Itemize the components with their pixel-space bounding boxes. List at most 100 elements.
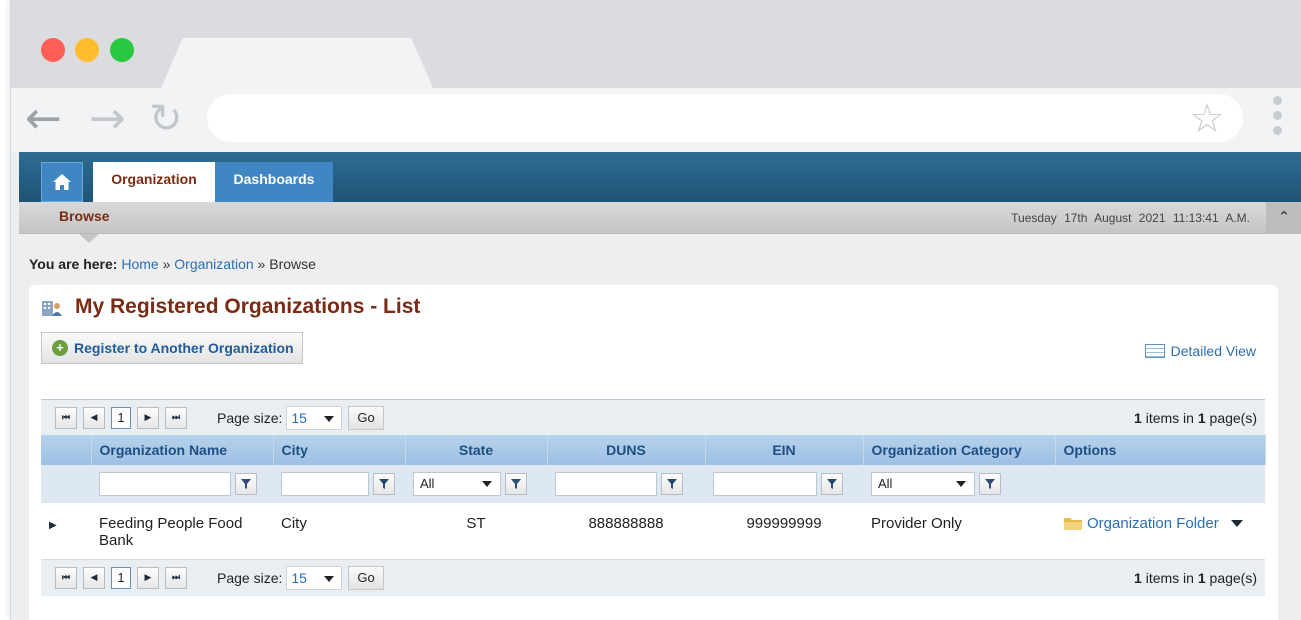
page-viewport: Organization Dashboards Browse Tuesday 1… [19, 152, 1301, 620]
page-title: My Registered Organizations - List [41, 295, 420, 319]
browser-tab[interactable] [161, 38, 433, 88]
page-number-button[interactable]: 1 [111, 566, 131, 589]
detailed-view-link[interactable]: Detailed View [1144, 343, 1256, 359]
forward-arrow-icon[interactable]: → [89, 96, 126, 142]
cell-city: City [273, 503, 405, 560]
top-navigation: Organization Dashboards [19, 152, 1301, 202]
active-indicator [79, 234, 99, 243]
home-tab[interactable] [41, 162, 83, 202]
page-title-text: My Registered Organizations - List [75, 295, 421, 318]
collapse-chevron-icon[interactable]: ⌃ [1266, 202, 1301, 234]
next-page-icon[interactable]: ▶ [137, 406, 159, 429]
organizations-table: Organization Name City State DUNS EIN Or… [41, 435, 1266, 560]
organization-icon [42, 301, 62, 316]
column-header-state[interactable]: State [405, 435, 548, 465]
folder-icon [1064, 518, 1082, 530]
register-organization-button[interactable]: + Register to Another Organization [41, 332, 303, 364]
next-page-icon[interactable]: ▶ [137, 566, 159, 589]
browser-tab-bar [11, 0, 1301, 88]
address-bar[interactable]: ☆ [207, 94, 1243, 142]
filter-icon[interactable] [235, 473, 257, 495]
options-dropdown-icon[interactable] [1230, 520, 1243, 527]
grid-pager-bottom: ⏮ ◀ 1 ▶ ⏭ Page size: 15 Go 1 items in 1 … [41, 559, 1265, 596]
items-count: 1 [1134, 569, 1142, 586]
minimize-window-button[interactable] [75, 38, 99, 62]
first-page-icon[interactable]: ⏮ [55, 566, 77, 589]
go-button[interactable]: Go [348, 565, 384, 590]
breadcrumb-separator: » [162, 256, 171, 272]
tab-organization[interactable]: Organization [93, 162, 215, 202]
page-number-button[interactable]: 1 [111, 406, 131, 429]
cell-ein: 999999999 [705, 503, 863, 560]
cell-category: Provider Only [863, 503, 1055, 560]
name-filter-input[interactable] [99, 472, 231, 496]
filter-row: All All [41, 465, 1265, 503]
table-row[interactable]: ▶ Feeding People Food Bank City ST 88888… [41, 503, 1265, 560]
previous-page-icon[interactable]: ◀ [83, 566, 105, 589]
filter-icon[interactable] [505, 473, 527, 495]
cell-state: ST [405, 503, 547, 560]
subnav-item-browse[interactable]: Browse [59, 208, 110, 224]
home-icon [53, 174, 71, 190]
add-circle-icon: + [52, 340, 68, 356]
organization-folder-link[interactable]: Organization Folder [1063, 515, 1257, 532]
previous-page-icon[interactable]: ◀ [83, 406, 105, 429]
column-header-category[interactable]: Organization Category [863, 435, 1056, 465]
tab-dashboards[interactable]: Dashboards [215, 162, 333, 202]
breadcrumb-home-link[interactable]: Home [121, 256, 158, 272]
expand-row-icon[interactable]: ▶ [49, 516, 57, 531]
list-view-icon [1144, 344, 1165, 358]
browser-toolbar: ← → ↻ ☆ [11, 88, 1301, 152]
bookmark-star-icon[interactable]: ☆ [1189, 96, 1225, 142]
filter-icon[interactable] [661, 473, 683, 495]
breadcrumb-current: Browse [269, 256, 316, 272]
cell-organization-name: Feeding People Food Bank [91, 503, 273, 560]
filter-cell-empty [41, 465, 91, 503]
column-header-city[interactable]: City [273, 435, 406, 465]
first-page-icon[interactable]: ⏮ [55, 406, 77, 429]
filter-icon[interactable] [373, 473, 395, 495]
column-header-options: Options [1055, 435, 1266, 465]
items-summary: 1 items in 1 page(s) [1134, 570, 1257, 586]
ein-filter-input[interactable] [713, 472, 817, 496]
items-count: 1 [1134, 410, 1142, 426]
close-window-button[interactable] [41, 38, 65, 62]
category-filter-select[interactable]: All [871, 472, 975, 496]
column-header-ein[interactable]: EIN [705, 435, 864, 465]
breadcrumb-organization-link[interactable]: Organization [174, 256, 253, 272]
browser-window: ← → ↻ ☆ Organization Dashboards Browse T… [10, 0, 1301, 620]
current-datetime: Tuesday 17th August 2021 11:13:41 A.M. [1011, 211, 1250, 225]
column-header-name[interactable]: Organization Name [91, 435, 274, 465]
column-header-duns[interactable]: DUNS [547, 435, 706, 465]
column-header-expand [41, 435, 92, 465]
page-size-select[interactable]: 15 [286, 565, 343, 590]
state-filter-select[interactable]: All [413, 472, 501, 496]
go-button[interactable]: Go [348, 405, 384, 430]
breadcrumb-prefix: You are here: [29, 256, 118, 272]
sub-navigation: Browse Tuesday 17th August 2021 11:13:41… [19, 202, 1301, 243]
breadcrumb-separator: » [257, 256, 266, 272]
maximize-window-button[interactable] [110, 38, 134, 62]
pages-text: page(s) [1209, 569, 1257, 586]
back-arrow-icon[interactable]: ← [25, 96, 62, 142]
register-button-label: Register to Another Organization [74, 340, 294, 356]
filter-cell-empty [1055, 465, 1265, 503]
organization-folder-label: Organization Folder [1087, 515, 1219, 532]
table-header-row: Organization Name City State DUNS EIN Or… [41, 435, 1266, 465]
cell-duns: 888888888 [547, 503, 705, 560]
items-text: items in [1145, 569, 1194, 586]
detailed-view-label: Detailed View [1170, 343, 1256, 359]
city-filter-input[interactable] [281, 472, 369, 496]
reload-icon[interactable]: ↻ [149, 96, 183, 142]
filter-icon[interactable] [979, 473, 1001, 495]
page-size-select[interactable]: 15 [286, 405, 343, 430]
pages-text: page(s) [1209, 410, 1257, 426]
page-size-label: Page size: [217, 569, 283, 586]
last-page-icon[interactable]: ⏭ [165, 566, 187, 589]
pages-count: 1 [1197, 410, 1206, 426]
breadcrumb: You are here: Home » Organization » Brow… [29, 256, 316, 272]
last-page-icon[interactable]: ⏭ [165, 406, 187, 429]
duns-filter-input[interactable] [555, 472, 657, 496]
filter-icon[interactable] [821, 473, 843, 495]
browser-menu-icon[interactable] [1273, 96, 1283, 141]
